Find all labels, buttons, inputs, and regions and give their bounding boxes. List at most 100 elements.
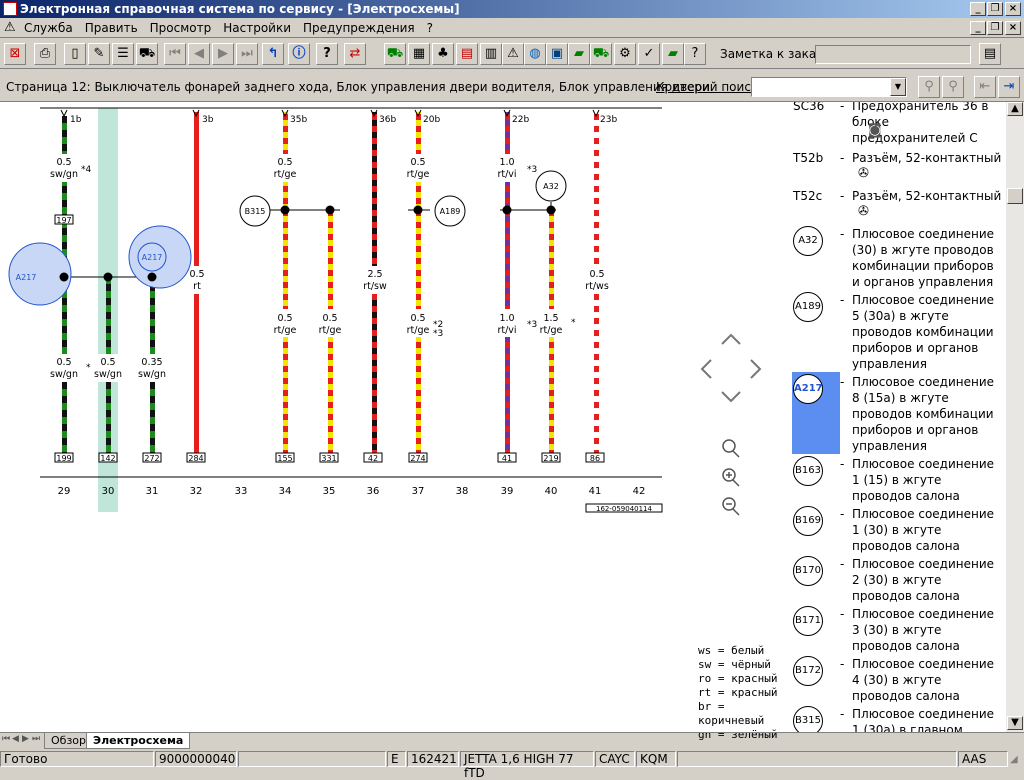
menu-service[interactable]: Служба [18, 18, 79, 38]
column-number: 37 [412, 486, 425, 497]
exit-icon[interactable]: ⊠ [4, 43, 26, 65]
last-page-icon[interactable]: ⏭ [236, 43, 258, 65]
nav-right-icon[interactable]: ⇥ [998, 76, 1020, 98]
status-ready: Готово [0, 751, 154, 767]
next-page-icon[interactable]: ▶ [212, 43, 234, 65]
warning-toolbar-icon[interactable]: ⚠ [502, 43, 524, 65]
connector-icon[interactable]: ✇ [858, 204, 869, 220]
item-text: Плюсовое соединение 1 (15) в жгуте прово… [852, 457, 995, 503]
menu-warnings[interactable]: Предупреждения [297, 18, 421, 38]
wire-label: rt/vi [497, 325, 516, 336]
legend-name: красный [731, 672, 778, 685]
context-help-icon[interactable]: ? [684, 43, 706, 65]
pan-left-icon[interactable] [700, 359, 712, 379]
mdi-minimize-button[interactable]: _ [970, 21, 986, 35]
zoom-out-icon[interactable] [722, 497, 740, 516]
status-region: AAS [958, 751, 1008, 767]
scroll-thumb[interactable] [1007, 188, 1023, 204]
document-list-icon[interactable]: ☰ [112, 43, 134, 65]
wire-label: 1.0 [499, 157, 514, 168]
car-service-icon[interactable]: ⚙ [614, 43, 636, 65]
search-combobox[interactable]: ▼ [751, 77, 907, 97]
search-prev-icon[interactable]: ⚲ [918, 76, 940, 98]
note-39b: *3 [527, 320, 537, 330]
calculator-icon[interactable]: ▦ [408, 43, 430, 65]
scroll-up-button[interactable]: ▲ [1007, 102, 1023, 116]
help-icon[interactable]: ? [316, 43, 338, 65]
notepad-icon[interactable]: ▥ [480, 43, 502, 65]
item-code: B172 [793, 656, 823, 686]
terminal-label: 274 [410, 454, 425, 463]
new-document-icon[interactable]: ▯ [64, 43, 86, 65]
note-39: *3 [527, 165, 537, 175]
first-page-icon[interactable]: ⏮ [164, 43, 186, 65]
last-tab-icon[interactable]: ⏭ [32, 734, 40, 744]
save-icon[interactable]: ▣ [546, 43, 568, 65]
back-arrow-icon[interactable]: ↰ [262, 43, 284, 65]
green-book-icon[interactable]: ▰ [568, 43, 590, 65]
books-icon[interactable]: ▤ [456, 43, 478, 65]
mdi-restore-button[interactable]: ❐ [987, 21, 1003, 35]
wire-label: 0.5 [100, 357, 115, 368]
menu-view[interactable]: Просмотр [144, 18, 218, 38]
wire-label: rt/ge [407, 169, 430, 180]
repair-book-icon[interactable]: ▰ [662, 43, 684, 65]
menu-settings[interactable]: Настройки [217, 18, 297, 38]
pan-down-icon[interactable] [721, 391, 741, 403]
info-bar: Страница 12: Выключатель фонарей заднего… [0, 72, 1024, 102]
pan-right-icon[interactable] [750, 359, 762, 379]
nav-left-icon[interactable]: ⇤ [974, 76, 996, 98]
connector-label-a217: A217 [142, 253, 163, 262]
color-legend: ws = белый sw = чёрный ro = красный rt =… [698, 644, 790, 742]
prev-page-icon[interactable]: ◀ [188, 43, 210, 65]
prev-tab-icon[interactable]: ◀ [12, 734, 19, 744]
diagnosis-icon[interactable]: ♣ [432, 43, 454, 65]
tab-diagram[interactable]: Электросхема [86, 733, 191, 749]
item-text: Плюсовое соединение 1 (30а) в главном жг… [852, 707, 995, 732]
close-button[interactable]: × [1005, 2, 1021, 16]
edit-document-icon[interactable]: ✎ [88, 43, 110, 65]
zoom-fit-icon[interactable] [722, 439, 740, 458]
window-title: Электронная справочная система по сервис… [20, 2, 460, 16]
swap-icon[interactable]: ⇄ [344, 43, 366, 65]
next-tab-icon[interactable]: ▶ [22, 734, 29, 744]
item-text: Плюсовое соединение 5 (30а) в жгуте пров… [852, 293, 995, 371]
mdi-close-button[interactable]: × [1005, 21, 1021, 35]
minimize-button[interactable]: _ [970, 2, 986, 16]
pin-36b: 36b [379, 115, 396, 125]
wire-label: rt/ge [540, 325, 563, 336]
scroll-down-button[interactable]: ▼ [1007, 716, 1023, 730]
connector-icon[interactable]: ✇ [858, 166, 869, 182]
wire-label: 0.5 [589, 269, 604, 280]
print-icon[interactable]: ⎙ [34, 43, 56, 65]
wire-label: rt/ge [319, 325, 342, 336]
camera-icon[interactable]: ◙ [868, 122, 882, 138]
chevron-down-icon[interactable]: ▼ [890, 78, 906, 96]
diagram-canvas: 1b 3b 35b 36b 20b 22b 23b *4 *3 *2 *3 *3… [8, 107, 762, 516]
note-29: *4 [81, 165, 92, 175]
restore-button[interactable]: ❐ [987, 2, 1003, 16]
car-green-icon[interactable]: ⛟ [590, 43, 612, 65]
first-tab-icon[interactable]: ⏮ [2, 734, 10, 744]
zoom-in-icon[interactable] [722, 468, 740, 487]
wire-label: 0.5 [56, 357, 71, 368]
list-scrollbar[interactable]: ▲ ▼ [1006, 102, 1024, 732]
item-text: Разъём, 52-контактный [852, 151, 1002, 165]
column-number: 39 [501, 486, 514, 497]
pan-up-icon[interactable] [721, 333, 741, 345]
item-text: Плюсовое соединение 2 (30) в жгуте прово… [852, 557, 995, 603]
note-options-icon[interactable]: ▤ [979, 43, 1001, 65]
item-code: T52c [793, 189, 823, 203]
car-icon[interactable]: ⛟ [136, 43, 158, 65]
wire-label: sw/gn [138, 369, 166, 380]
menu-help[interactable]: ? [421, 18, 439, 38]
search-next-icon[interactable]: ⚲ [942, 76, 964, 98]
vehicle-icon[interactable]: ⛟ [384, 43, 406, 65]
globe-icon[interactable]: ◍ [524, 43, 546, 65]
resize-grip-icon[interactable]: ◢ [1010, 754, 1022, 766]
legend-row: rt = красный [698, 686, 778, 699]
checklist-icon[interactable]: ✓ [638, 43, 660, 65]
note-input[interactable] [815, 45, 971, 64]
info-icon[interactable]: ⓘ [288, 43, 310, 65]
menu-edit[interactable]: Править [79, 18, 144, 38]
